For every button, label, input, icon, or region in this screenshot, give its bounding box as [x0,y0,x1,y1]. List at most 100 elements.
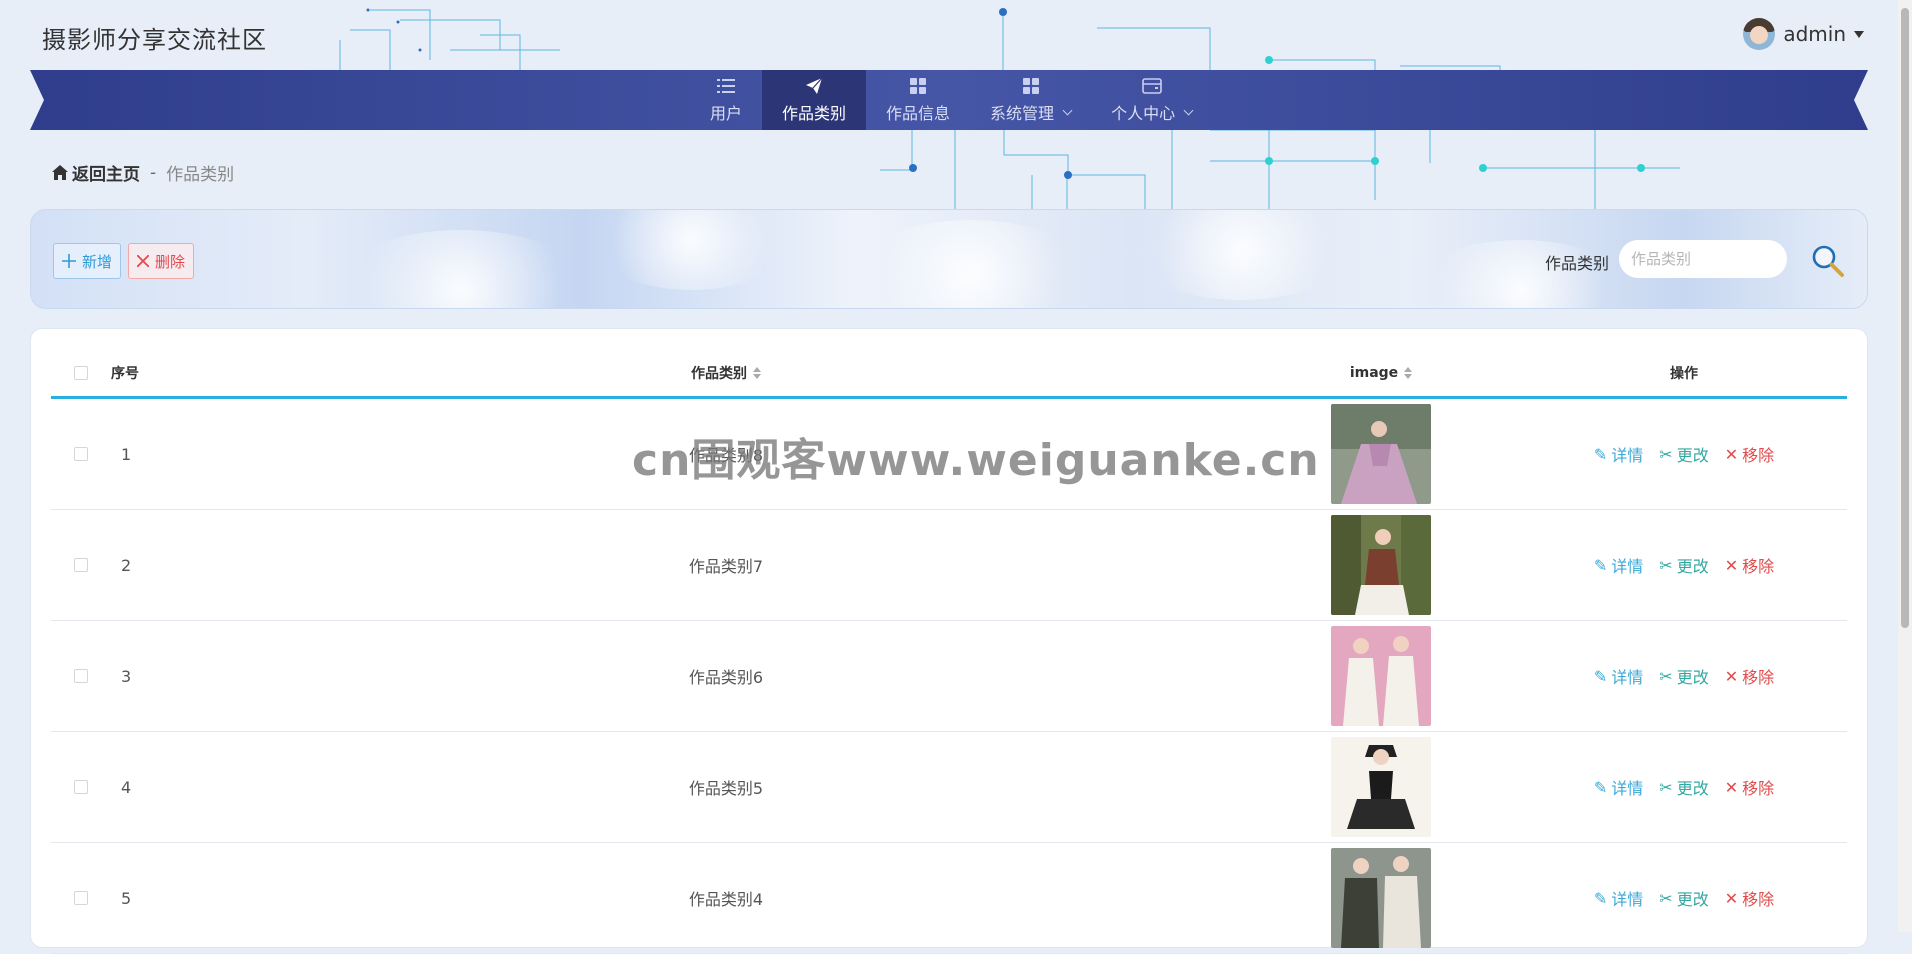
nav-item-users[interactable]: 用户 [690,70,762,130]
remove-button[interactable]: ✕ 移除 [1725,553,1774,577]
header-ops: 操作 [1670,365,1698,382]
row-index: 4 [121,777,132,797]
remove-icon: ✕ [1724,888,1739,908]
nav-item-work-info[interactable]: 作品信息 [866,70,970,130]
edit-button[interactable]: ✂ 更改 [1659,886,1708,910]
nav-label: 系统管理 [990,104,1055,123]
caret-down-icon [1854,30,1864,38]
edit-icon: ✂ [1659,444,1673,464]
edit-button[interactable]: ✂ 更改 [1659,442,1708,466]
row-thumbnail[interactable] [1331,404,1431,504]
nav-label: 用户 [710,104,743,123]
nav-item-work-category[interactable]: 作品类别 [762,70,867,130]
remove-icon: ✕ [1724,555,1739,575]
edit-icon: ✂ [1659,888,1673,908]
row-thumbnail[interactable] [1331,848,1431,948]
site-title: 摄影师分享交流社区 [42,26,267,54]
remove-icon: ✕ [1724,777,1739,797]
edit-icon: ✂ [1659,777,1673,797]
table-row: 1 作品类别8 ✎ 详情 ✂ 更改 ✕ 移除 [51,399,1847,510]
select-all-checkbox[interactable] [74,365,88,380]
breadcrumb-separator: - [150,162,157,183]
row-category: 作品类别6 [688,668,764,687]
add-button[interactable]: 新增 [53,243,122,279]
row-checkbox[interactable] [74,669,88,683]
row-checkbox[interactable] [74,558,88,572]
header-image[interactable]: image [1241,365,1521,381]
remove-icon: ✕ [1724,666,1739,686]
plus-icon [62,254,76,268]
user-menu[interactable]: admin [1743,18,1864,50]
edit-button[interactable]: ✂ 更改 [1659,664,1708,688]
scrollbar-thumb[interactable] [1901,8,1909,628]
nav-item-profile[interactable]: 个人中心 [1091,70,1212,130]
vertical-scrollbar[interactable] [1898,0,1912,932]
wallet-icon [1141,76,1162,96]
search-button[interactable] [1811,244,1845,278]
search-icon [1812,245,1844,277]
nav-label: 作品信息 [886,104,951,123]
detail-icon: ✎ [1593,555,1608,575]
detail-icon: ✎ [1593,666,1608,686]
row-thumbnail[interactable] [1331,515,1431,615]
edit-icon: ✂ [1659,555,1673,575]
row-index: 1 [121,444,132,464]
nav-item-system[interactable]: 系统管理 [970,70,1091,130]
delete-button-label: 删除 [155,252,186,271]
table-row: 5 作品类别4 ✎ 详情 ✂ 更改 ✕ 移除 [51,843,1847,954]
remove-button[interactable]: ✕ 移除 [1725,442,1774,466]
main-nav: 用户 作品类别 作品信息 系统管理 个人中心 [30,70,1868,130]
nav-label: 个人中心 [1111,104,1176,123]
table-header: 序号 作品类别 image 操作 [51,349,1847,399]
grid-icon [1021,76,1041,96]
edit-button[interactable]: ✂ 更改 [1659,553,1708,577]
row-thumbnail[interactable] [1331,737,1431,837]
breadcrumb: 返回主页 - 作品类别 [52,160,234,185]
detail-icon: ✎ [1593,888,1608,908]
table-row: 4 作品类别5 ✎ 详情 ✂ 更改 ✕ 移除 [51,732,1847,843]
search-label: 作品类别 [1544,254,1609,273]
row-category: 作品类别7 [688,557,764,576]
username: admin [1783,22,1846,46]
paper-plane-icon [804,76,824,96]
detail-icon: ✎ [1593,777,1608,797]
edit-icon: ✂ [1659,666,1673,686]
table-panel: 序号 作品类别 image 操作 1 作品类别8 ✎ 详情 ✂ 更改 ✕ 移除 … [30,328,1868,954]
sort-icon[interactable] [1404,366,1413,379]
breadcrumb-home[interactable]: 返回主页 [52,160,140,185]
header-category[interactable]: 作品类别 [191,363,1241,383]
remove-icon: ✕ [1724,444,1739,464]
row-checkbox[interactable] [74,780,88,794]
nav-label: 作品类别 [782,104,847,123]
sort-icon[interactable] [753,366,761,379]
row-category: 作品类别5 [688,779,764,798]
detail-button[interactable]: ✎ 详情 [1594,886,1643,910]
remove-button[interactable]: ✕ 移除 [1725,886,1774,910]
row-index: 5 [121,888,132,908]
row-checkbox[interactable] [74,891,88,905]
header-index: 序号 [111,365,139,382]
list-icon [716,76,736,96]
detail-button[interactable]: ✎ 详情 [1594,553,1643,577]
row-index: 3 [121,666,132,686]
add-button-label: 新增 [82,252,113,271]
edit-button[interactable]: ✂ 更改 [1659,775,1708,799]
row-thumbnail[interactable] [1331,626,1431,726]
row-checkbox[interactable] [74,447,88,461]
detail-button[interactable]: ✎ 详情 [1594,442,1643,466]
remove-button[interactable]: ✕ 移除 [1725,775,1774,799]
breadcrumb-current: 作品类别 [166,165,235,185]
row-category: 作品类别8 [688,446,764,465]
detail-button[interactable]: ✎ 详情 [1594,775,1643,799]
search-input[interactable] [1619,240,1787,278]
chevron-down-icon [1183,105,1194,115]
row-index: 2 [121,555,132,575]
remove-button[interactable]: ✕ 移除 [1725,664,1774,688]
category-table: 序号 作品类别 image 操作 1 作品类别8 ✎ 详情 ✂ 更改 ✕ 移除 … [51,349,1847,954]
home-icon [52,165,68,180]
search-panel: 新增 删除 作品类别 [30,209,1868,309]
detail-icon: ✎ [1593,444,1608,464]
delete-button[interactable]: 删除 [128,243,195,279]
detail-button[interactable]: ✎ 详情 [1594,664,1643,688]
close-icon [137,255,149,267]
